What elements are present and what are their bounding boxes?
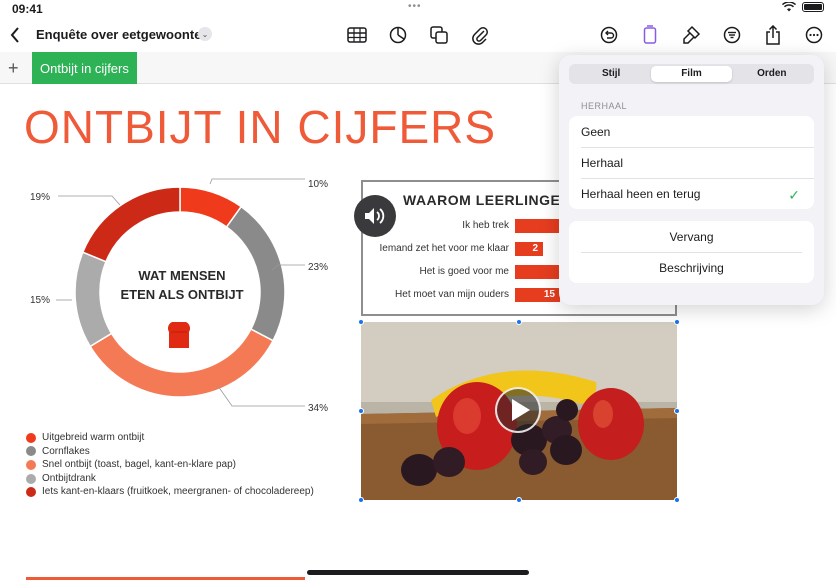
bar: 2 xyxy=(515,242,543,256)
selection-handle[interactable] xyxy=(358,319,364,325)
selection-handle[interactable] xyxy=(358,408,364,414)
play-icon[interactable] xyxy=(495,387,541,433)
legend-label: Uitgebreid warm ontbijt xyxy=(42,432,145,443)
slice-label: 15% xyxy=(30,295,51,306)
button-label: Beschrijving xyxy=(659,261,724,275)
repeat-option-loop[interactable]: Herhaal xyxy=(581,147,814,178)
selection-handle[interactable] xyxy=(516,497,522,503)
chart-icon[interactable] xyxy=(385,22,411,48)
popover-tabs: Stijl Film Orden xyxy=(569,64,814,84)
multitasking-dots-icon[interactable]: ••• xyxy=(408,1,422,12)
status-indicators xyxy=(782,2,824,12)
option-label: Herhaal xyxy=(581,156,624,170)
selection-handle[interactable] xyxy=(674,497,680,503)
repeat-option-none[interactable]: Geen xyxy=(569,116,814,147)
add-sheet-icon[interactable]: + xyxy=(8,58,19,79)
bar xyxy=(515,219,559,233)
slice-label: 23% xyxy=(308,262,329,273)
slice-label: 19% xyxy=(30,192,51,203)
shape-icon[interactable] xyxy=(426,22,452,48)
donut-slice xyxy=(74,251,113,348)
battery-icon xyxy=(802,2,824,12)
selection-handle[interactable] xyxy=(674,319,680,325)
donut-slice xyxy=(81,186,181,263)
movie-actions: Vervang Beschrijving xyxy=(569,221,814,283)
undo-icon[interactable] xyxy=(596,22,622,48)
option-label: Geen xyxy=(581,124,611,139)
bar-label: Het moet van mijn ouders xyxy=(395,289,509,300)
back-chevron-icon[interactable] xyxy=(2,22,28,48)
bar-label: Iemand zet het voor me klaar xyxy=(379,243,509,254)
legend-swatch xyxy=(26,487,36,498)
legend-item: Iets kant-en-klaars (fruitkoek, meergran… xyxy=(26,485,314,499)
slice-label: 34% xyxy=(308,403,329,414)
option-label: Herhaal heen en terug xyxy=(581,187,701,201)
status-bar: 09:41 ••• xyxy=(0,0,836,18)
legend-swatch xyxy=(26,432,36,443)
document-title[interactable]: Enquête over eetgewoonten xyxy=(36,27,209,42)
section-header-repeat: HERHAAL xyxy=(581,101,628,111)
legend-swatch xyxy=(26,446,36,457)
description-button[interactable]: Beschrijving xyxy=(581,252,802,283)
legend-item: Ontbijtdrank xyxy=(26,472,314,486)
legend-swatch xyxy=(26,473,36,484)
format-brush-icon[interactable] xyxy=(678,22,704,48)
home-indicator[interactable] xyxy=(307,570,529,575)
legend-swatch xyxy=(26,459,36,470)
tab-arrange[interactable]: Orden xyxy=(732,66,812,82)
checkmark-icon: ✓ xyxy=(788,187,800,203)
legend-item: Uitgebreid warm ontbijt xyxy=(26,431,314,445)
donut-center-line: ETEN ALS ONTBIJT xyxy=(120,287,244,302)
legend-label: Cornflakes xyxy=(42,445,90,457)
bar-chart-title: WAAROM LEERLINGEN xyxy=(403,192,571,208)
bar-label: Het is goed voor me xyxy=(419,266,510,277)
speaker-icon[interactable] xyxy=(354,195,396,237)
repeat-option-back-and-forth[interactable]: Herhaal heen en terug ✓ xyxy=(581,178,814,209)
legend-label: Snel ontbijt (toast, bagel, kant-en-klar… xyxy=(42,459,236,471)
replace-button[interactable]: Vervang xyxy=(569,221,814,252)
donut-center-label: WAT MENSEN ETEN ALS ONTBIJT xyxy=(112,266,252,304)
format-popover: Stijl Film Orden HERHAAL Geen Herhaal He… xyxy=(559,55,824,305)
filter-icon[interactable] xyxy=(719,22,745,48)
tab-style[interactable]: Stijl xyxy=(571,66,651,82)
tab-movie[interactable]: Film xyxy=(651,66,732,82)
more-icon[interactable] xyxy=(801,22,827,48)
legend-item: Cornflakes xyxy=(26,445,314,459)
selection-handle[interactable] xyxy=(674,408,680,414)
donut-center-line: WAT MENSEN xyxy=(138,268,226,283)
table-icon[interactable] xyxy=(344,22,370,48)
chart-legend: Uitgebreid warm ontbijt Cornflakes Snel on… xyxy=(26,431,314,499)
toast-icon xyxy=(167,322,191,348)
selection-handle[interactable] xyxy=(358,497,364,503)
title-chevron-icon[interactable]: ⌄ xyxy=(198,27,212,41)
status-time: 09:41 xyxy=(12,2,43,16)
bar: 15 xyxy=(515,288,560,302)
legend-item: Snel ontbijt (toast, bagel, kant-en-klar… xyxy=(26,458,314,472)
wifi-icon xyxy=(782,2,796,12)
slice-label: 10% xyxy=(308,179,329,190)
share-icon[interactable] xyxy=(760,22,786,48)
legend-label: Iets kant-en-klaars (fruitkoek, meergran… xyxy=(42,486,314,498)
button-label: Vervang xyxy=(669,229,714,244)
legend-label: Ontbijtdrank xyxy=(42,472,96,484)
document-icon[interactable] xyxy=(637,22,663,48)
toolbar: Enquête over eetgewoonten ⌄ xyxy=(0,18,836,52)
repeat-options: Geen Herhaal Herhaal heen en terug ✓ xyxy=(569,116,814,209)
attachment-icon[interactable] xyxy=(467,22,493,48)
bar xyxy=(515,265,559,279)
page-title: ONTBIJT IN CIJFERS xyxy=(24,101,497,153)
selection-handle[interactable] xyxy=(516,319,522,325)
sheet-tab[interactable]: Ontbijt in cijfers xyxy=(32,52,137,84)
